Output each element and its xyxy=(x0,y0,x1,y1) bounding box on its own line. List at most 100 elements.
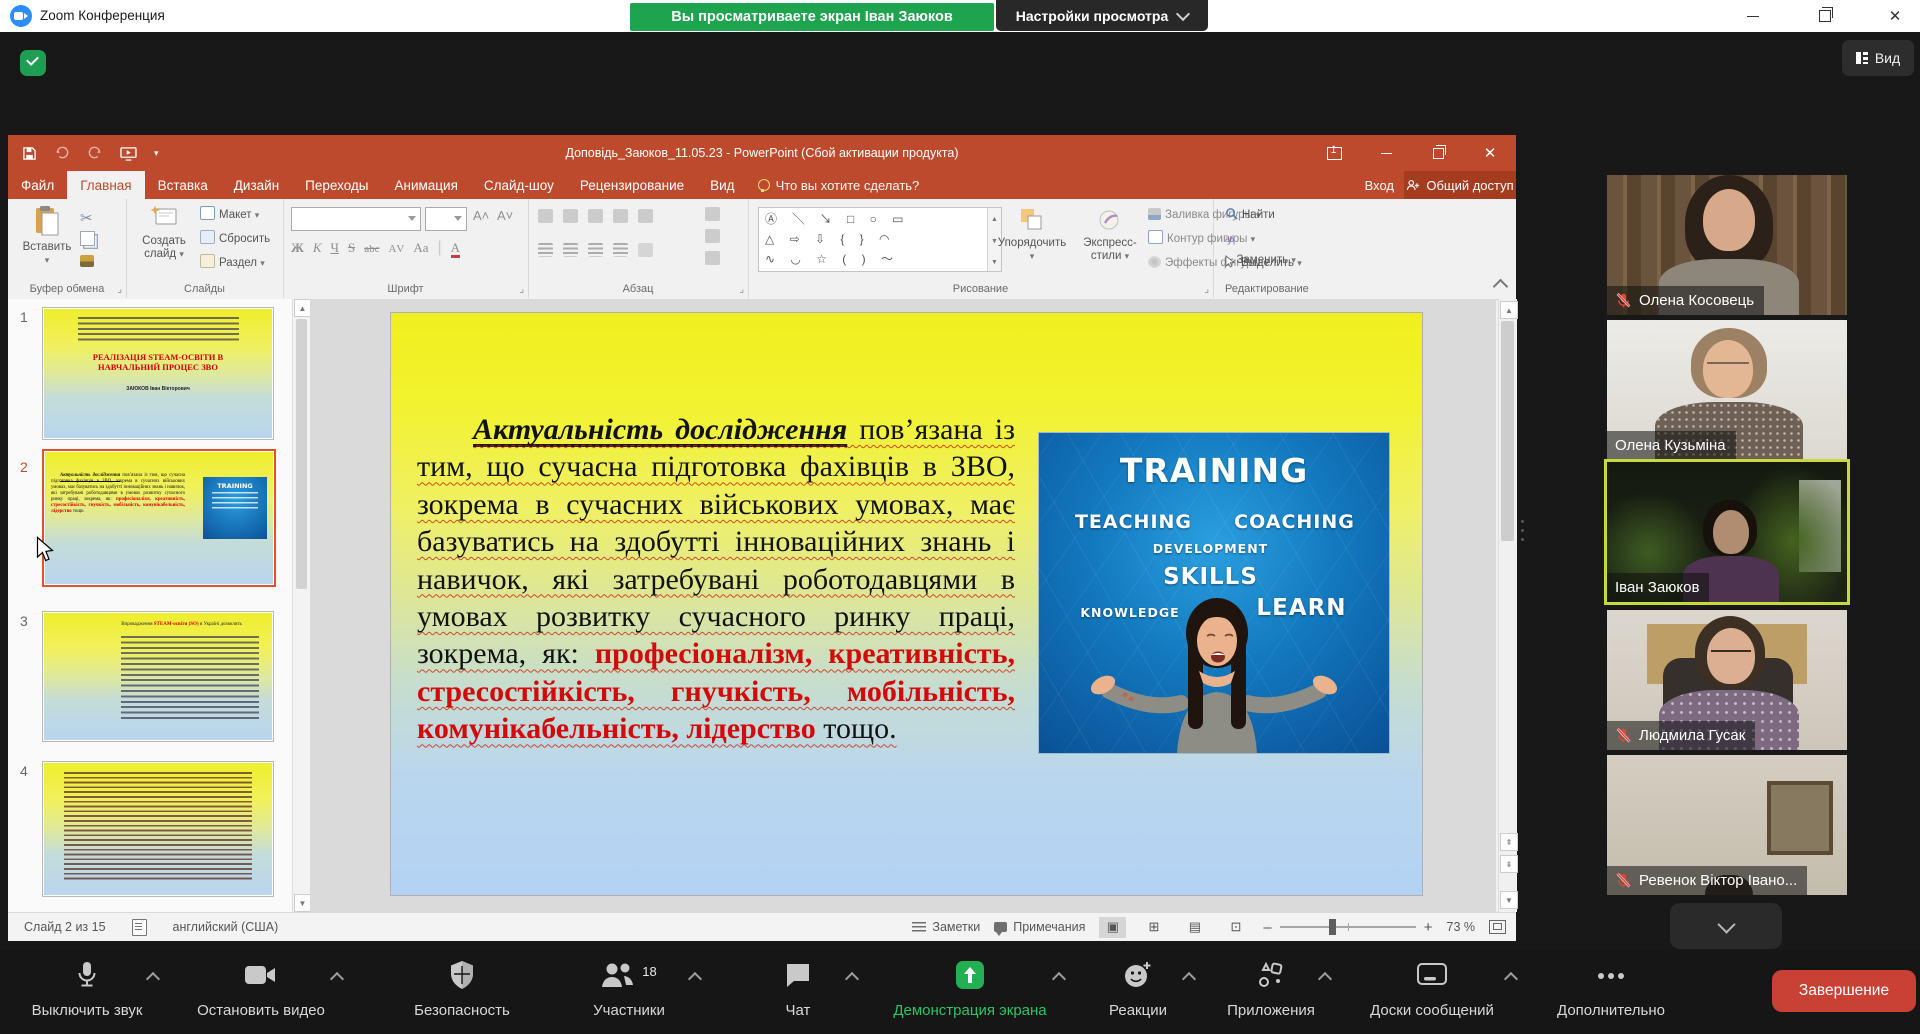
participant-tile-5[interactable]: Ревенок Віктор Івано... xyxy=(1607,755,1847,895)
undo-button[interactable] xyxy=(54,146,70,161)
clipboard-dialog-launcher[interactable]: ⌟ xyxy=(117,284,122,295)
slideshow-view-button[interactable]: ⊡ xyxy=(1222,917,1249,938)
reset-button[interactable]: Сбросить xyxy=(200,229,270,249)
ribbon-tab-2[interactable]: Главная xyxy=(67,171,144,199)
grow-font-button[interactable]: A˄ xyxy=(473,208,489,223)
ppt-close-button[interactable]: ✕ xyxy=(1464,135,1516,171)
ribbon-tab-6[interactable]: Анимация xyxy=(382,171,471,199)
font-size-combo[interactable] xyxy=(425,207,467,231)
ribbon-tab-7[interactable]: Слайд-шоу xyxy=(471,171,567,199)
ppt-minimize-button[interactable] xyxy=(1360,135,1412,171)
normal-view-button[interactable]: ▣ xyxy=(1099,917,1126,938)
paragraph-dialog-launcher[interactable]: ⌟ xyxy=(739,284,744,295)
toolbar-reactions-button[interactable]: Реакции xyxy=(1078,958,1198,1028)
thumbnail-scrollbar[interactable]: ▲ ▼ xyxy=(292,299,310,912)
participant-tile-1[interactable]: Олена Косовець xyxy=(1607,175,1847,315)
notes-toggle[interactable]: Заметки xyxy=(912,920,980,934)
slide-thumbnail-4[interactable] xyxy=(42,761,274,897)
panel-divider-handle[interactable] xyxy=(1520,520,1524,554)
window-close-button[interactable]: ✕ xyxy=(1874,0,1916,32)
shapes-gallery[interactable]: Ⓐ ╲ ↘ □ ○ ▭ △ ⇨ ⇩ { } ◠ ∿ ◡ ☆ ( ) ～ ▲▼▼ xyxy=(758,207,1002,272)
customize-qat-button[interactable]: ▾ xyxy=(154,148,159,159)
thumb-scroll-down-button[interactable]: ▼ xyxy=(294,894,311,912)
shrink-font-button[interactable]: A˅ xyxy=(497,208,513,223)
slide-thumbnail-2-selected[interactable]: Актуальність дослідження пов’язана із ти… xyxy=(42,449,276,587)
toolbar-more-button[interactable]: Дополнительно xyxy=(1530,958,1692,1028)
format-painter-icon[interactable] xyxy=(80,255,94,267)
change-case-button[interactable]: Aa xyxy=(413,240,428,255)
strikethrough-button[interactable]: S xyxy=(348,240,355,255)
scroll-down-button[interactable]: ▼ xyxy=(1500,891,1518,909)
participant-tile-4[interactable]: Людмила Гусак xyxy=(1607,610,1847,750)
paste-button[interactable]: Вставить▾ xyxy=(18,205,76,267)
ribbon-tab-8[interactable]: Рецензирование xyxy=(567,171,697,199)
find-button[interactable]: Найти xyxy=(1225,205,1275,225)
toolbar-board-button[interactable]: Доски сообщений xyxy=(1344,958,1520,1028)
italic-button[interactable]: К xyxy=(313,240,322,255)
toolbar-video-button[interactable]: Остановить видео xyxy=(176,958,346,1028)
ppt-restore-button[interactable] xyxy=(1412,135,1464,171)
toolbar-chat-button[interactable]: Чат xyxy=(735,958,861,1028)
toolbar-shield-button[interactable]: Безопасность xyxy=(392,958,532,1028)
cut-icon[interactable]: ✂ xyxy=(80,209,93,227)
quick-styles-button[interactable]: Экспресс-стили ▾ xyxy=(1074,207,1146,263)
ribbon-tab-4[interactable]: Дизайн xyxy=(221,171,292,199)
new-slide-button[interactable]: Создать слайд ▾ xyxy=(134,205,194,261)
font-name-combo[interactable] xyxy=(291,207,421,231)
next-slide-button[interactable]: ⇟ xyxy=(1500,855,1518,873)
ribbon-tab-1[interactable]: Файл xyxy=(8,171,67,199)
alignment-buttons[interactable] xyxy=(538,243,653,257)
arrange-button[interactable]: Упорядочить▾ xyxy=(992,207,1072,263)
toolbar-share-button[interactable]: Демонстрация экрана xyxy=(872,958,1068,1028)
zoom-slider[interactable]: – + xyxy=(1263,919,1432,936)
comments-toggle[interactable]: Примечания xyxy=(994,920,1085,934)
share-button[interactable]: Общий доступ xyxy=(1404,171,1516,199)
slide-sorter-view-button[interactable]: ⊞ xyxy=(1140,917,1167,938)
view-layout-button[interactable]: Вид xyxy=(1842,40,1914,76)
character-spacing-button[interactable]: АV xyxy=(388,243,404,255)
slide-body-text[interactable]: Актуальність дослідження пов’язана із ти… xyxy=(417,411,1015,748)
participant-tile-3[interactable]: Іван Заюков xyxy=(1607,462,1847,602)
spellcheck-icon[interactable] xyxy=(132,919,147,936)
layout-button[interactable]: Макет ▾ xyxy=(200,205,259,225)
ribbon-display-options-button[interactable] xyxy=(1308,135,1360,171)
bold-button[interactable]: Ж xyxy=(291,240,304,255)
redo-button[interactable] xyxy=(87,146,103,161)
start-slideshow-button[interactable] xyxy=(120,146,137,161)
previous-slide-button[interactable]: ⇞ xyxy=(1500,833,1518,851)
reading-view-button[interactable]: ▤ xyxy=(1181,917,1208,938)
zoom-out-button[interactable]: – xyxy=(1263,919,1271,936)
zoom-slider-handle[interactable] xyxy=(1329,919,1336,935)
shadow-button[interactable]: abc xyxy=(364,243,379,255)
toolbar-apps-button[interactable]: Приложения xyxy=(1208,958,1334,1028)
current-slide[interactable]: Актуальність дослідження пов’язана із ти… xyxy=(390,312,1423,896)
section-button[interactable]: Раздел ▾ xyxy=(200,253,265,273)
meeting-security-shield-icon[interactable] xyxy=(20,50,46,76)
underline-button[interactable]: Ч xyxy=(331,240,339,255)
save-button[interactable] xyxy=(22,146,37,161)
zoom-percentage[interactable]: 73 % xyxy=(1447,920,1476,934)
participant-tile-2[interactable]: Олена Кузьміна xyxy=(1607,320,1847,460)
window-minimize-button[interactable] xyxy=(1732,0,1774,32)
thumb-scroll-thumb[interactable] xyxy=(296,319,307,589)
slide-scrollbar[interactable]: ▲ ⇞ ⇟ ▼ xyxy=(1498,299,1517,912)
view-options-button[interactable]: Настройки просмотра xyxy=(996,0,1208,31)
training-image[interactable]: TRAINING TEACHING COACHING DEVELOPMENT S… xyxy=(1039,433,1389,753)
slide-thumbnail-3[interactable]: Впровадження STEAM-освіти (SO) в Україні… xyxy=(42,611,274,742)
ribbon-tab-3[interactable]: Вставка xyxy=(145,171,221,199)
ribbon-tab-5[interactable]: Переходы xyxy=(292,171,381,199)
list-buttons[interactable] xyxy=(538,209,653,223)
ribbon-tab-9[interactable]: Вид xyxy=(697,171,747,199)
copy-icon[interactable] xyxy=(80,231,95,246)
tell-me-search[interactable]: Что вы хотите сделать? xyxy=(748,171,930,199)
thumb-scroll-up-button[interactable]: ▲ xyxy=(294,299,311,317)
toolbar-people-button[interactable]: 18Участники xyxy=(554,958,704,1028)
font-color-button[interactable]: А xyxy=(451,240,460,258)
leave-meeting-button[interactable]: Завершение xyxy=(1772,970,1916,1012)
select-button[interactable]: Выделить ▾ xyxy=(1225,253,1302,273)
signin-link[interactable]: Вход xyxy=(1365,171,1394,199)
scroll-up-button[interactable]: ▲ xyxy=(1500,301,1518,319)
scrollbar-thumb[interactable] xyxy=(1501,321,1514,541)
slide-thumbnail-1[interactable]: РЕАЛІЗАЦІЯ STEAM-ОСВІТИ В НАВЧАЛЬНИЙ ПРО… xyxy=(42,307,274,440)
window-restore-button[interactable] xyxy=(1804,0,1846,32)
